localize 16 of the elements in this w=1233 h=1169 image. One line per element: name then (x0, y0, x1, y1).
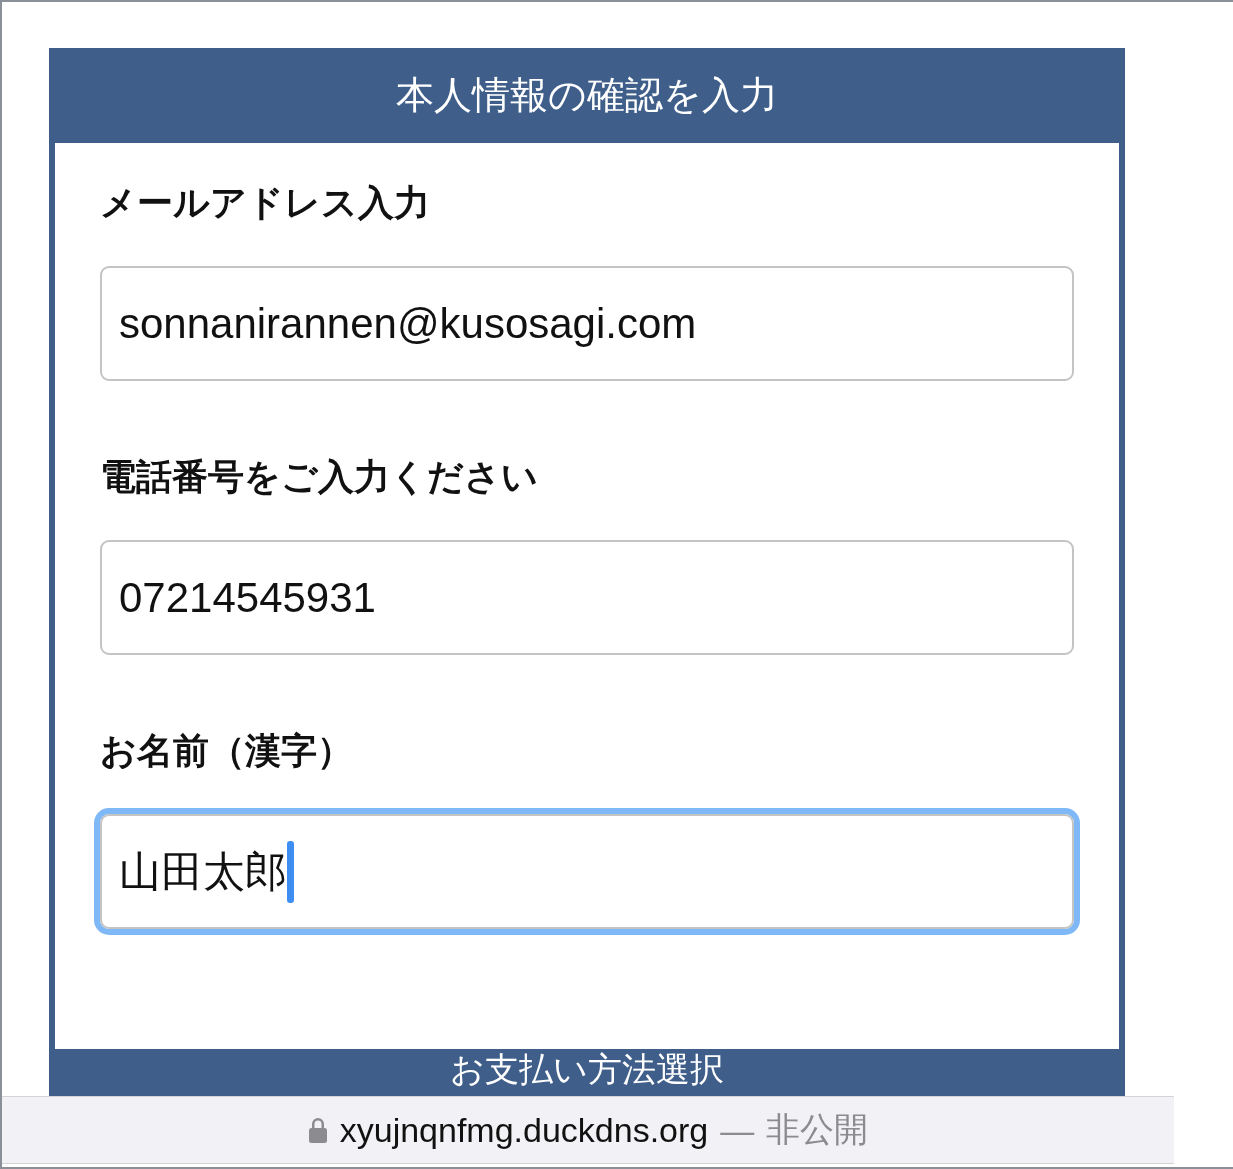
lock-icon (307, 1117, 328, 1143)
field-value: 山田太郎 (119, 846, 287, 897)
field-value: 07214545931 (119, 573, 376, 622)
field-label: メールアドレス入力 (100, 182, 431, 225)
field-label: 電話番号をご入力ください (100, 456, 539, 499)
field-value: sonnanirannen@kusosagi.com (119, 299, 697, 348)
form-title: 本人情報の確認を入力 (396, 73, 778, 118)
text-cursor (287, 840, 294, 903)
address-bar[interactable]: xyujnqnfmg.duckdns.org — 非公開 (2, 1096, 1174, 1164)
separator: — (720, 1110, 755, 1150)
input-field[interactable]: 07214545931 (100, 540, 1074, 655)
field-label: お名前（漢字） (100, 730, 354, 773)
privacy-status: 非公開 (766, 1109, 869, 1150)
input-field[interactable]: sonnanirannen@kusosagi.com (100, 266, 1074, 381)
section-title: お支払い方法選択 (450, 1051, 724, 1089)
url-text: xyujnqnfmg.duckdns.org (339, 1110, 709, 1150)
